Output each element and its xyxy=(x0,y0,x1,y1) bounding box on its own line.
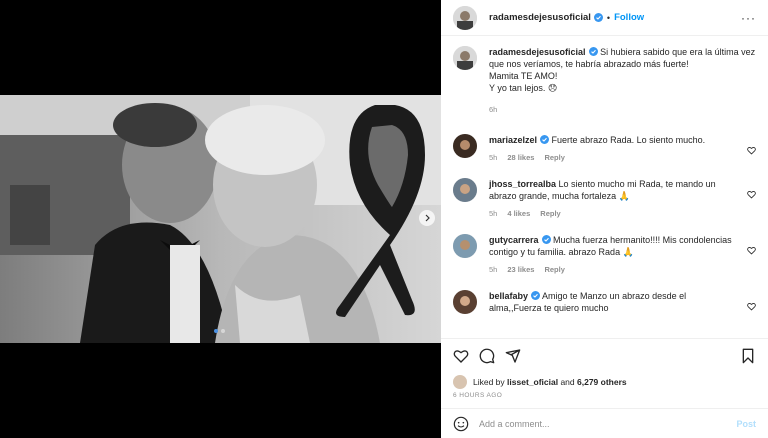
commenter-avatar[interactable] xyxy=(453,178,477,202)
carousel-dot-1 xyxy=(214,329,218,333)
verified-badge-icon xyxy=(588,47,598,56)
post-comment-button[interactable]: Post xyxy=(736,419,756,429)
likes-summary: Liked by lisset_oficial and 6,279 others xyxy=(441,372,768,392)
commenter-avatar[interactable] xyxy=(453,290,477,314)
comment-item: gutycarrera Mucha fuerza hermanito!!!! M… xyxy=(453,234,756,276)
reply-button[interactable]: Reply xyxy=(544,152,564,164)
add-comment-bar: Post xyxy=(441,408,768,438)
separator: • xyxy=(606,12,611,23)
liker-avatar[interactable] xyxy=(453,375,467,389)
post-header: radamesdejesusoficial • Follow ··· xyxy=(441,0,768,36)
commenter-avatar[interactable] xyxy=(453,134,477,158)
bookmark-icon[interactable] xyxy=(740,348,756,364)
post-photo[interactable] xyxy=(0,95,441,343)
comment-item: jhoss_torrealba Lo siento mucho mi Rada,… xyxy=(453,178,756,220)
comment-item: mariazelzel Fuerte abrazo Rada. Lo sient… xyxy=(453,134,756,164)
emoji-icon[interactable] xyxy=(453,416,469,432)
photo-illustration xyxy=(0,95,441,343)
post-side-panel: radamesdejesusoficial • Follow ··· radam… xyxy=(441,0,768,438)
comment-body: mariazelzel Fuerte abrazo Rada. Lo sient… xyxy=(489,134,756,164)
comment-likes[interactable]: 23 likes xyxy=(507,264,534,276)
caption-text-3: Y yo tan lejos. 😞 xyxy=(489,83,558,93)
author-avatar[interactable] xyxy=(453,5,477,30)
comment-item: bellafaby Amigo te Manzo un abrazo desde… xyxy=(453,290,756,314)
caption: radamesdejesusoficial Si hubiera sabido … xyxy=(453,46,756,116)
comment-author[interactable]: gutycarrera xyxy=(489,235,539,245)
post-media xyxy=(0,0,441,438)
reply-button[interactable]: Reply xyxy=(540,208,560,220)
comment-icon[interactable] xyxy=(479,348,495,364)
comment-likes[interactable]: 28 likes xyxy=(507,152,534,164)
comment-input[interactable] xyxy=(479,418,737,429)
reply-button[interactable]: Reply xyxy=(544,264,564,276)
instagram-post-modal: radamesdejesusoficial • Follow ··· radam… xyxy=(0,0,768,438)
likes-prefix: Liked by xyxy=(473,377,505,387)
comment-author[interactable]: jhoss_torrealba xyxy=(489,179,556,189)
caption-text-2: Mamita TE AMO! xyxy=(489,71,558,81)
caption-time: 6h xyxy=(489,105,498,114)
caption-body: radamesdejesusoficial Si hubiera sabido … xyxy=(489,46,756,116)
likes-count[interactable]: 6,279 others xyxy=(577,377,627,387)
heart-icon[interactable] xyxy=(747,146,756,155)
comment-time: 5h xyxy=(489,265,498,274)
heart-icon[interactable] xyxy=(747,246,756,255)
carousel-indicator xyxy=(214,329,225,333)
verified-badge-icon xyxy=(531,291,541,300)
verified-badge-icon xyxy=(593,13,603,22)
likes-and: and xyxy=(560,377,575,387)
comment-author[interactable]: bellafaby xyxy=(489,291,528,301)
comment-body: jhoss_torrealba Lo siento mucho mi Rada,… xyxy=(489,178,756,220)
comment-author[interactable]: mariazelzel xyxy=(489,135,537,145)
commenter-avatar[interactable] xyxy=(453,234,477,258)
author-username[interactable]: radamesdejesusoficial xyxy=(489,12,591,23)
follow-button[interactable]: Follow xyxy=(614,12,644,23)
caption-avatar[interactable] xyxy=(453,46,477,70)
comment-body: gutycarrera Mucha fuerza hermanito!!!! M… xyxy=(489,234,756,276)
comment-time: 5h xyxy=(489,209,498,218)
verified-badge-icon xyxy=(541,235,551,244)
comment-body: bellafaby Amigo te Manzo un abrazo desde… xyxy=(489,290,756,314)
post-timestamp: 6 HOURS AGO xyxy=(453,392,503,399)
caption-author[interactable]: radamesdejesusoficial xyxy=(489,47,586,57)
carousel-next-button[interactable] xyxy=(419,210,435,226)
more-options-icon[interactable]: ··· xyxy=(741,11,756,25)
verified-badge-icon xyxy=(540,135,550,144)
share-icon[interactable] xyxy=(505,348,521,364)
carousel-dot-2 xyxy=(221,329,225,333)
heart-icon[interactable] xyxy=(747,302,756,311)
chevron-right-icon xyxy=(425,214,430,222)
liker-username[interactable]: lisset_oficial xyxy=(507,377,558,387)
comments-list: radamesdejesusoficial Si hubiera sabido … xyxy=(441,36,768,338)
comment-text: Fuerte abrazo Rada. Lo siento mucho. xyxy=(551,135,706,145)
post-actions xyxy=(441,338,768,372)
heart-icon[interactable] xyxy=(453,348,469,364)
comment-likes[interactable]: 4 likes xyxy=(507,208,530,220)
comment-time: 5h xyxy=(489,153,498,162)
heart-icon[interactable] xyxy=(747,190,756,199)
